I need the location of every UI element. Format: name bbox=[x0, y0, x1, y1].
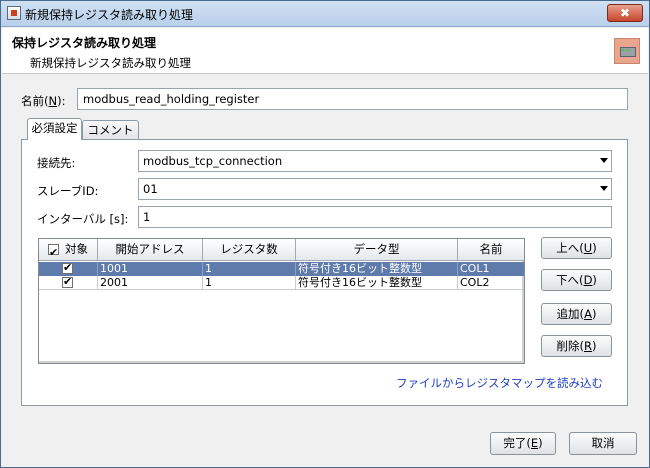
connection-label: 接続先: bbox=[37, 156, 76, 170]
window-title: 新規保持レジスタ読み取り処理 bbox=[25, 8, 194, 22]
cell-address: 2001 bbox=[98, 276, 203, 290]
cell-name: COL2 bbox=[460, 276, 490, 289]
row-checkbox[interactable] bbox=[62, 262, 73, 274]
row-checkbox[interactable] bbox=[62, 276, 73, 288]
tab-required-settings[interactable]: 必須設定 bbox=[27, 118, 82, 140]
chevron-down-icon[interactable] bbox=[600, 186, 608, 191]
select-all-checkbox[interactable] bbox=[48, 242, 59, 263]
header-start-address[interactable]: 開始アドレス bbox=[98, 239, 203, 261]
cell-address: 1001 bbox=[98, 262, 203, 276]
app-icon bbox=[7, 6, 21, 20]
finish-button[interactable]: 完了(E) bbox=[490, 432, 556, 455]
header-target[interactable]: 対象 bbox=[39, 239, 98, 263]
cell-count: 1 bbox=[203, 262, 296, 276]
table-row[interactable]: 2001 1 符号付き16ビット整数型 COL2 bbox=[39, 276, 524, 290]
title-bar[interactable]: 新規保持レジスタ読み取り処理 ✖ bbox=[1, 1, 649, 27]
table-row[interactable]: 1001 1 符号付き16ビット整数型 COL1 bbox=[39, 262, 524, 276]
register-table[interactable]: 対象 開始アドレス レジスタ数 データ型 名前 1001 1 符号付き16ビット… bbox=[38, 238, 525, 364]
device-icon bbox=[614, 38, 640, 64]
header-title: 保持レジスタ読み取り処理 bbox=[12, 36, 157, 50]
header-name[interactable]: 名前 bbox=[458, 239, 524, 261]
close-button[interactable]: ✖ bbox=[607, 4, 643, 22]
slave-id-select[interactable]: 01 bbox=[138, 178, 612, 200]
cell-count: 1 bbox=[203, 276, 296, 290]
tab-comment[interactable]: コメント bbox=[82, 120, 139, 141]
cell-type: 符号付き16ビット整数型 bbox=[296, 262, 458, 276]
connection-value: modbus_tcp_connection bbox=[143, 154, 283, 168]
chevron-down-icon[interactable] bbox=[600, 158, 608, 163]
header-data-type[interactable]: データ型 bbox=[296, 239, 458, 261]
cell-type: 符号付き16ビット整数型 bbox=[296, 276, 458, 290]
load-register-map-link[interactable]: ファイルからレジスタマップを読み込む bbox=[396, 375, 603, 391]
slave-id-label: スレーブID: bbox=[37, 184, 99, 198]
delete-button[interactable]: 削除(R) bbox=[541, 335, 612, 357]
interval-input[interactable]: 1 bbox=[138, 206, 612, 228]
table-header: 対象 開始アドレス レジスタ数 データ型 名前 bbox=[39, 239, 524, 263]
slave-id-value: 01 bbox=[143, 182, 158, 196]
add-button[interactable]: 追加(A) bbox=[541, 303, 612, 325]
wizard-header: 保持レジスタ読み取り処理 新規保持レジスタ読み取り処理 bbox=[2, 28, 648, 74]
name-input[interactable]: modbus_read_holding_register bbox=[77, 88, 628, 110]
cell-name: COL1 bbox=[460, 262, 490, 275]
header-subtitle: 新規保持レジスタ読み取り処理 bbox=[30, 56, 191, 70]
header-register-count[interactable]: レジスタ数 bbox=[203, 239, 296, 261]
connection-select[interactable]: modbus_tcp_connection bbox=[138, 150, 612, 172]
name-label: 名前(N): bbox=[21, 94, 66, 108]
interval-label: インターバル [s]: bbox=[37, 212, 129, 226]
dialog-window: 新規保持レジスタ読み取り処理 ✖ 保持レジスタ読み取り処理 新規保持レジスタ読み… bbox=[0, 0, 650, 468]
move-down-button[interactable]: 下へ(D) bbox=[541, 269, 612, 291]
move-up-button[interactable]: 上へ(U) bbox=[541, 237, 612, 259]
cancel-button[interactable]: 取消 bbox=[569, 432, 637, 455]
